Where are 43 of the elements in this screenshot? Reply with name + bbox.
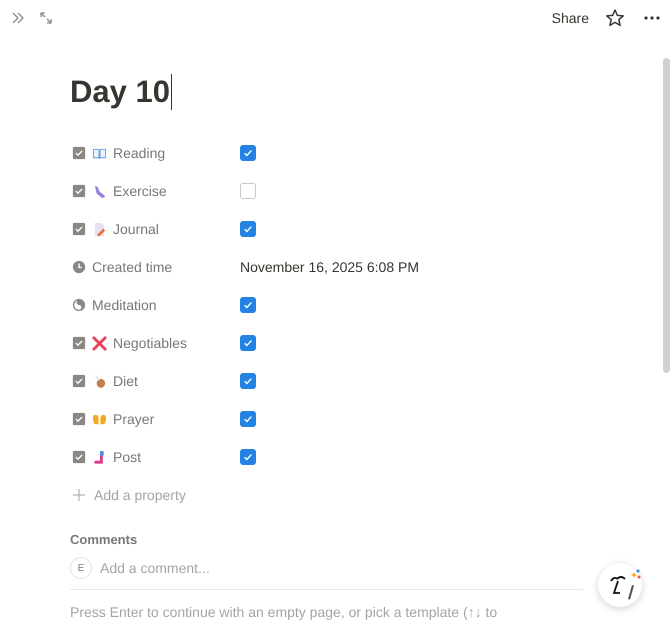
checkbox-type-icon xyxy=(72,146,86,160)
checkbox-type-icon xyxy=(72,374,86,388)
scrollbar[interactable] xyxy=(663,58,670,373)
checkbox-type-icon xyxy=(72,222,86,236)
checkbox[interactable] xyxy=(240,449,256,465)
checkbox-type-icon xyxy=(72,412,86,426)
memo-icon xyxy=(92,222,107,236)
checkbox[interactable] xyxy=(240,335,256,351)
checkbox[interactable] xyxy=(240,373,256,389)
plus-icon xyxy=(72,488,86,502)
checkbox[interactable] xyxy=(240,183,256,199)
property-label[interactable]: Reading xyxy=(113,145,166,161)
property-label[interactable]: Diet xyxy=(113,373,138,389)
share-button[interactable]: Share xyxy=(548,8,593,28)
cross-icon xyxy=(92,336,107,350)
checkbox[interactable] xyxy=(240,145,256,161)
checkbox[interactable] xyxy=(240,221,256,237)
property-label[interactable]: Post xyxy=(113,449,142,465)
comments-heading: Comments xyxy=(70,532,138,547)
property-value: November 16, 2025 6:08 PM xyxy=(240,259,419,275)
property-label[interactable]: Exercise xyxy=(113,183,167,199)
template-hint: Press Enter to continue with an empty page, or pick a template (↑↓ to xyxy=(70,604,498,620)
avatar: E xyxy=(70,557,92,579)
expand-icon[interactable] xyxy=(38,10,54,26)
property-label[interactable]: Created time xyxy=(92,259,172,275)
checkbox-type-icon xyxy=(72,184,86,198)
checkbox[interactable] xyxy=(240,297,256,313)
checkbox-type-icon xyxy=(72,336,86,350)
drumstick-icon xyxy=(92,374,107,388)
ai-assistant-button[interactable] xyxy=(598,563,642,607)
add-property-button[interactable]: Add a property xyxy=(70,476,192,514)
checkbox[interactable] xyxy=(240,411,256,427)
property-label[interactable]: Negotiables xyxy=(113,335,187,351)
page-title[interactable]: Day 10 xyxy=(70,74,170,110)
checkbox-type-icon xyxy=(72,450,86,464)
clock-icon xyxy=(72,260,86,274)
property-label[interactable]: Meditation xyxy=(92,297,157,313)
yin-yang-icon xyxy=(72,298,86,312)
double-chevron-icon[interactable] xyxy=(10,10,26,26)
property-label[interactable]: Journal xyxy=(113,221,159,237)
property-label[interactable]: Prayer xyxy=(113,411,154,427)
star-icon[interactable] xyxy=(605,8,625,28)
more-icon[interactable] xyxy=(643,15,661,21)
